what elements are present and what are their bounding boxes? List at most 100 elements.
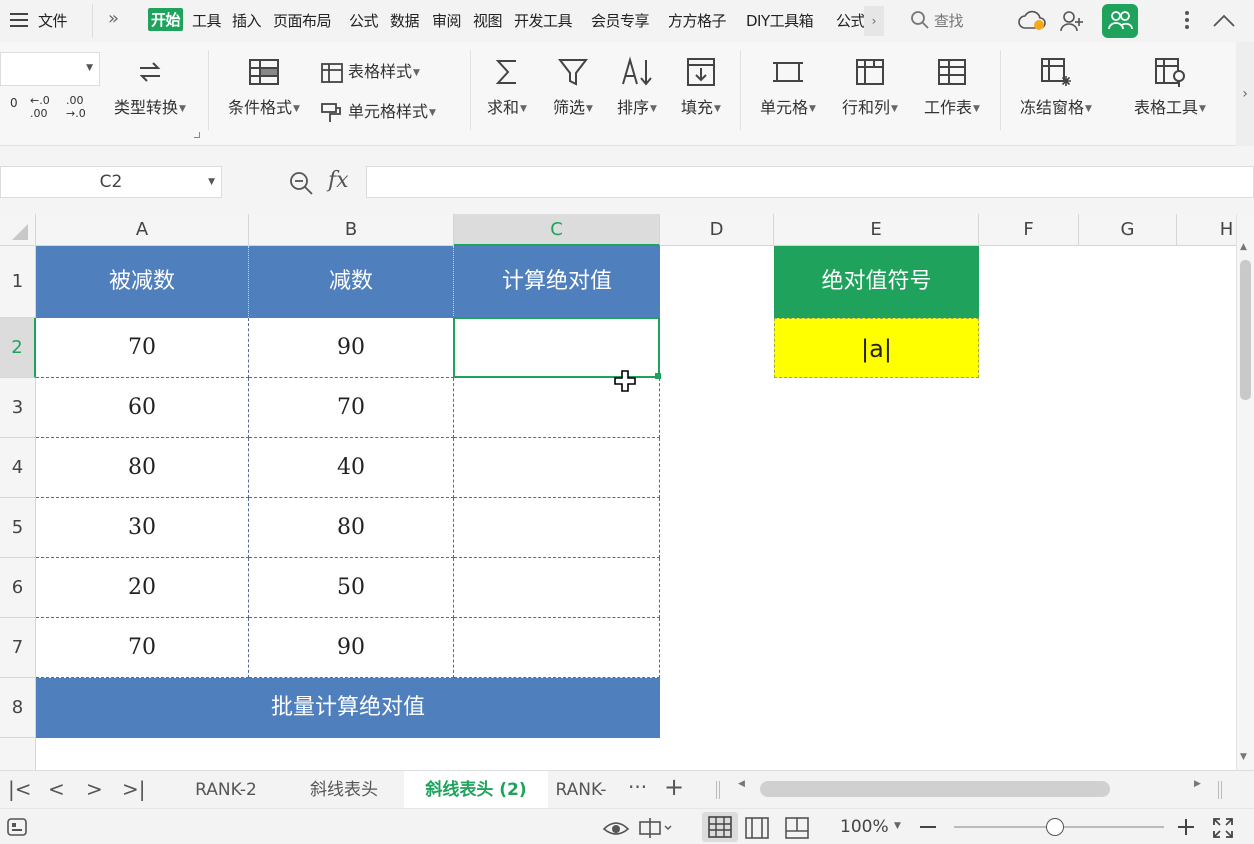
page-layout-view-icon[interactable] [744, 817, 770, 843]
column-header-e[interactable]: E [774, 214, 979, 246]
zoom-in-icon[interactable] [1178, 819, 1194, 839]
zoom-out-icon[interactable] [920, 826, 936, 828]
formula-input[interactable] [366, 166, 1254, 198]
number-format-select[interactable]: ▼ [0, 52, 100, 86]
menu-more-left[interactable]: » [108, 8, 119, 29]
filter-button[interactable]: 筛选▼ [544, 56, 602, 118]
cell-b2[interactable]: 90 [249, 318, 454, 378]
ribbon-scroll-right-icon[interactable]: › [1236, 42, 1254, 146]
menu-tab-ffgz[interactable]: 方方格子 [668, 10, 727, 31]
cell-b7[interactable]: 90 [249, 618, 454, 678]
tab-split-handle[interactable] [716, 781, 720, 799]
cell-e1[interactable]: 绝对值符号 [774, 246, 979, 318]
collapse-ribbon-icon[interactable] [1212, 12, 1236, 32]
sheet-tab-diagonal-header-2[interactable]: 斜线表头 (2) [404, 771, 548, 809]
sum-button[interactable]: 求和▼ [478, 56, 536, 118]
cell-a4[interactable]: 80 [36, 438, 249, 498]
more-sheets-button[interactable]: ··· [628, 775, 647, 799]
sort-button[interactable]: 排序▼ [608, 56, 666, 118]
zoom-formula-icon[interactable] [288, 170, 314, 200]
hamburger-icon[interactable] [10, 11, 30, 33]
increase-decimal-button[interactable]: ←.0 .00 [30, 94, 60, 120]
worksheet-grid[interactable]: A B C D E F G H 1 2 3 4 5 6 7 8 被减数 减数 计… [0, 214, 1254, 770]
percent-format-button[interactable]: 0 [10, 96, 18, 110]
cell-c1[interactable]: 计算绝对值 [454, 246, 660, 318]
menu-tab-formula[interactable]: 公式 [349, 10, 379, 31]
table-style-button[interactable]: 表格样式▼ [320, 58, 420, 84]
select-all-corner[interactable] [0, 214, 36, 246]
menu-tab-formula-2[interactable]: 公式 [836, 10, 864, 30]
vertical-scrollbar[interactable]: ▲ ▼ [1236, 214, 1254, 770]
collaborate-button[interactable] [1102, 4, 1138, 38]
cell-b6[interactable]: 50 [249, 558, 454, 618]
zoom-level-label[interactable]: 100% [840, 817, 889, 837]
scroll-down-icon[interactable]: ▼ [1240, 752, 1247, 762]
cell-a1[interactable]: 被减数 [36, 246, 249, 318]
cell-style-button[interactable]: 单元格样式▼ [320, 98, 436, 124]
worksheet-button[interactable]: 工作表▼ [914, 56, 990, 118]
row-header-5[interactable]: 5 [0, 498, 36, 558]
menu-tab-diy[interactable]: DIY工具箱 [746, 10, 814, 31]
cell-b4[interactable]: 40 [249, 438, 454, 498]
freeze-panes-button[interactable]: 冻结窗格▼ [1010, 56, 1102, 118]
conditional-format-button[interactable]: 条件格式▼ [218, 56, 310, 118]
menu-tab-view[interactable]: 视图 [473, 10, 503, 31]
menu-tab-page-layout[interactable]: 页面布局 [273, 10, 332, 31]
cloud-sync-icon[interactable] [1018, 10, 1048, 36]
decrease-decimal-button[interactable]: .00 →.0 [66, 94, 96, 120]
scroll-split-handle[interactable] [1218, 781, 1222, 799]
scroll-right-icon[interactable]: ▶ [1194, 779, 1201, 789]
sheet-tab-rank-2[interactable]: RANK-2 [170, 771, 282, 809]
menu-tab-data[interactable]: 数据 [390, 10, 420, 31]
name-box[interactable]: C2 ▼ [0, 166, 222, 198]
first-sheet-icon[interactable]: |< [8, 777, 32, 801]
cell-button[interactable]: 单元格▼ [750, 56, 826, 118]
fullscreen-icon[interactable] [1212, 817, 1234, 843]
cell-c5[interactable] [454, 498, 660, 558]
chevron-down-icon[interactable]: ▼ [894, 821, 901, 831]
search-icon[interactable] [910, 10, 930, 34]
menu-tab-home[interactable]: 开始 [148, 8, 184, 31]
dialog-launcher-icon[interactable] [194, 132, 200, 138]
menu-tab-member[interactable]: 会员专享 [591, 10, 650, 31]
cell-a5[interactable]: 30 [36, 498, 249, 558]
column-header-c[interactable]: C [454, 214, 660, 246]
normal-view-button[interactable] [702, 812, 738, 842]
cell-c7[interactable] [454, 618, 660, 678]
menu-tab-developer[interactable]: 开发工具 [514, 10, 573, 31]
more-vertical-icon[interactable] [1184, 10, 1190, 34]
row-header-4[interactable]: 4 [0, 438, 36, 498]
cell-b1[interactable]: 减数 [249, 246, 454, 318]
fx-button[interactable]: fx [328, 168, 349, 193]
row-header-6[interactable]: 6 [0, 558, 36, 618]
fill-button[interactable]: 填充▼ [672, 56, 730, 118]
cell-c2[interactable] [454, 318, 660, 378]
search-label[interactable]: 查找 [934, 10, 964, 31]
prev-sheet-icon[interactable]: < [48, 777, 65, 801]
sheet-tab-rank[interactable]: RANK- [550, 771, 612, 809]
menu-file[interactable]: 文件 [38, 10, 68, 31]
row-header-2[interactable]: 2 [0, 318, 36, 378]
type-convert-button[interactable]: 类型转换▼ [104, 56, 196, 118]
column-header-a[interactable]: A [36, 214, 249, 246]
cell-b3[interactable]: 70 [249, 378, 454, 438]
page-break-view-icon[interactable] [784, 817, 810, 843]
cell-a3[interactable]: 60 [36, 378, 249, 438]
last-sheet-icon[interactable]: >| [122, 777, 146, 801]
row-header-7[interactable]: 7 [0, 618, 36, 678]
menu-scroll-right-icon[interactable]: › [864, 6, 884, 36]
next-sheet-icon[interactable]: > [86, 777, 103, 801]
menu-tab-tools[interactable]: 工具 [192, 10, 222, 31]
column-header-d[interactable]: D [660, 214, 774, 246]
cell-a6[interactable]: 20 [36, 558, 249, 618]
menu-tab-insert[interactable]: 插入 [232, 10, 262, 31]
horizontal-scroll-thumb[interactable] [760, 781, 1110, 797]
cell-e2[interactable]: |a| [774, 318, 979, 378]
row-header-9[interactable] [0, 738, 36, 770]
add-sheet-button[interactable]: + [664, 773, 684, 801]
add-user-icon[interactable] [1060, 10, 1084, 36]
row-col-button[interactable]: 行和列▼ [834, 56, 906, 118]
row-header-1[interactable]: 1 [0, 246, 36, 318]
cell-c4[interactable] [454, 438, 660, 498]
cell-a8-merged[interactable]: 批量计算绝对值 [36, 678, 660, 738]
